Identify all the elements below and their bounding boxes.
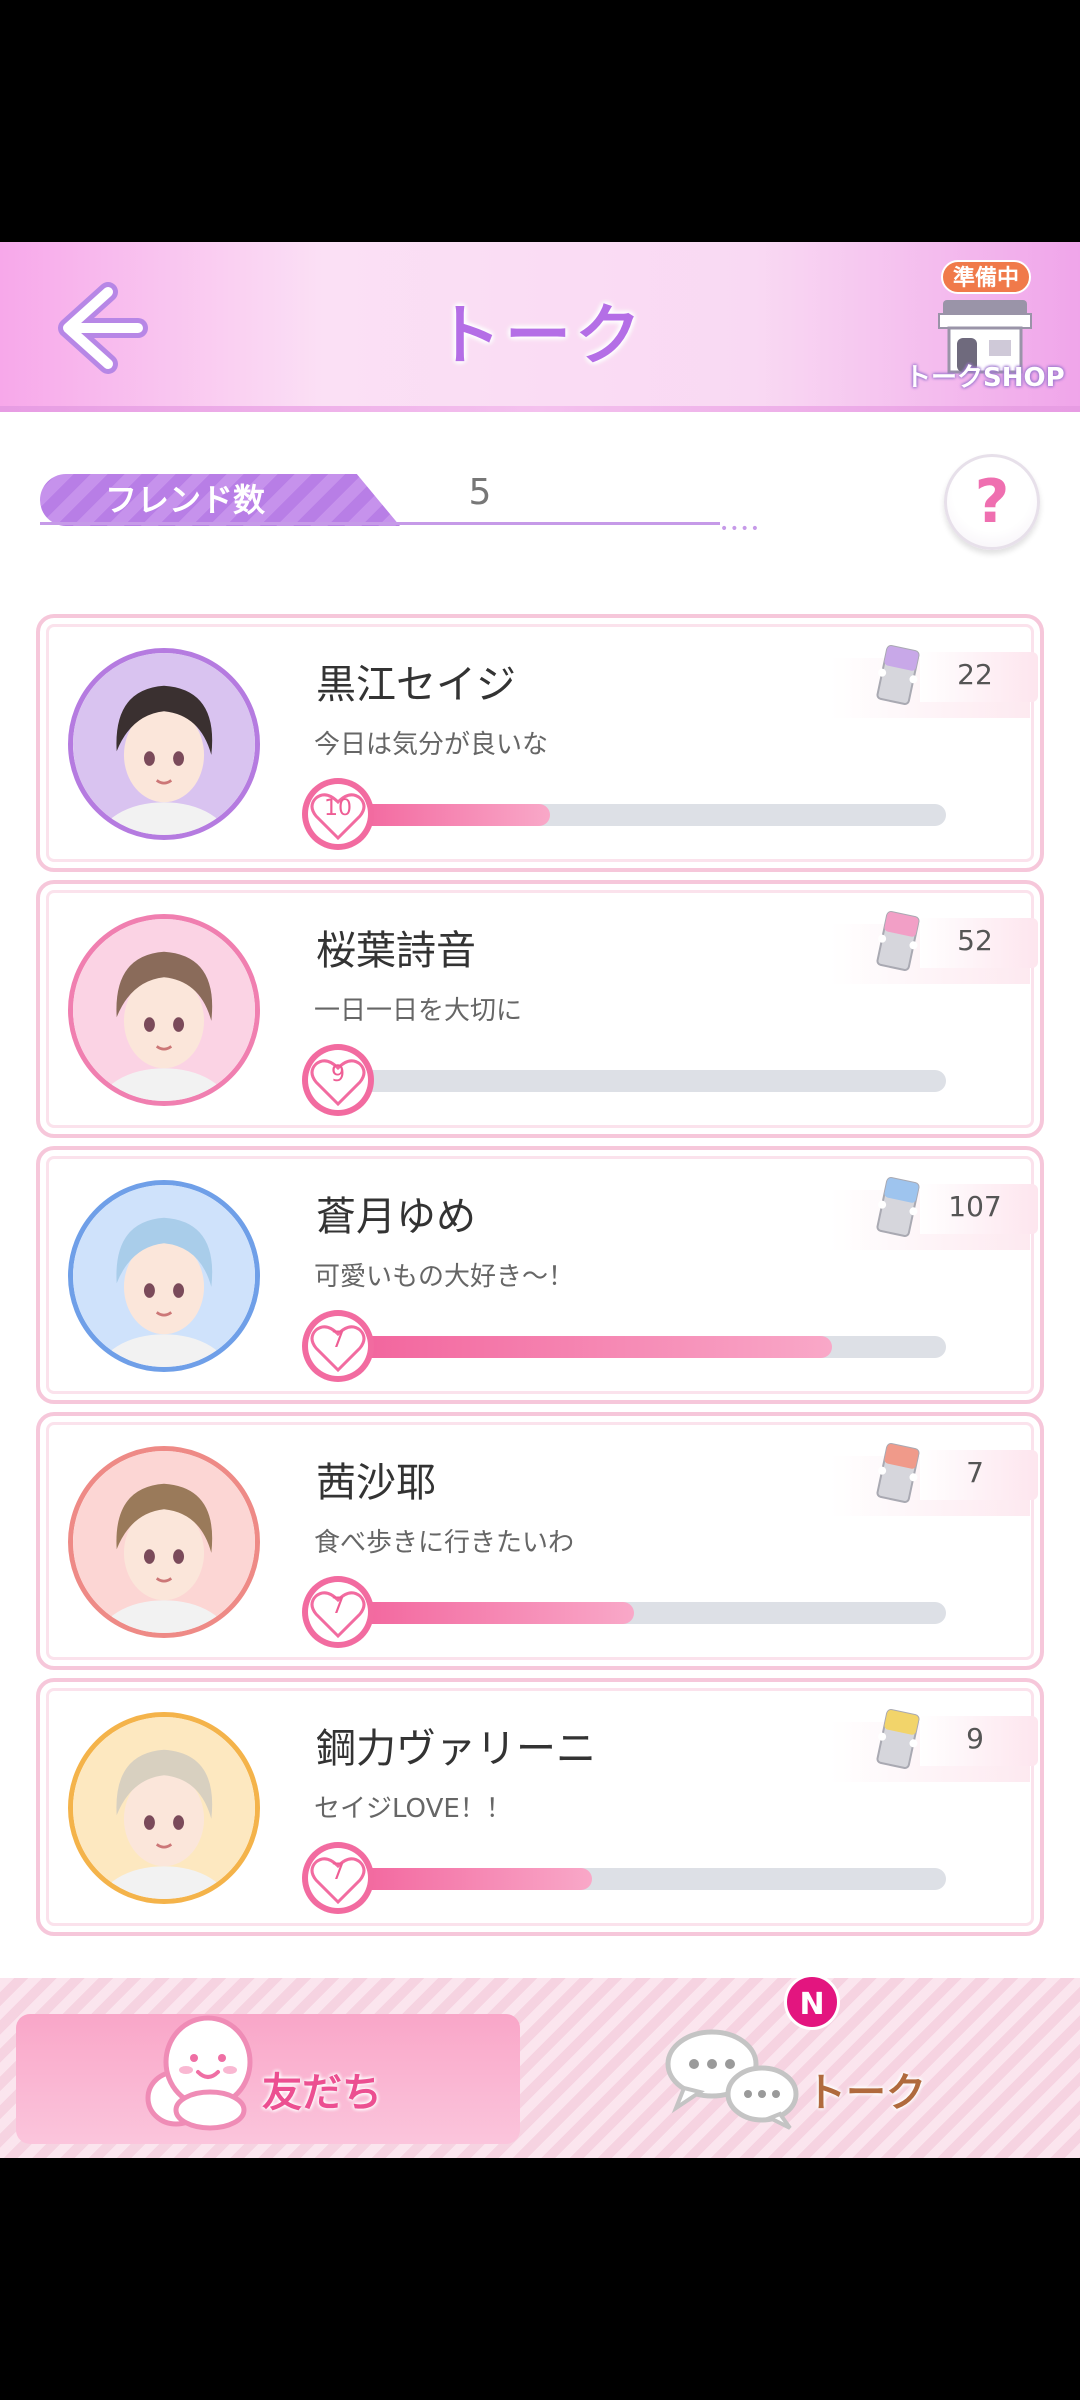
affection-progress-bar (346, 1602, 946, 1624)
new-badge: N (784, 1974, 840, 2030)
avatar (68, 1446, 260, 1638)
affection-progress-fill (346, 1868, 592, 1890)
avatar-portrait-icon (73, 1185, 255, 1367)
avatar-portrait-icon (73, 919, 255, 1101)
friend-card[interactable]: 黒江セイジ 今日は気分が良いな 22 10 (36, 614, 1044, 872)
friend-count-dots: •••• (720, 521, 762, 537)
ticket-count: 22 (957, 658, 993, 691)
friend-name: 鋼力ヴァリーニ (316, 1726, 596, 1772)
help-button[interactable]: ? (944, 454, 1040, 550)
affection-progress-bar (346, 804, 946, 826)
friend-icon (145, 2015, 253, 2131)
affection-level: 7 (331, 1860, 345, 1885)
affection-level: 7 (331, 1594, 345, 1619)
tab-talk-label: トーク (806, 2070, 926, 2116)
friend-status-message: 可愛いもの大好き～！ (314, 1262, 575, 1292)
affection-level: 10 (324, 796, 352, 821)
header: トーク 準備中 トークSHOP (0, 242, 1080, 412)
avatar (68, 1712, 260, 1904)
avatar-portrait-icon (73, 1451, 255, 1633)
friend-card[interactable]: 茜沙耶 食べ歩きに行きたいわ 7 7 (36, 1412, 1044, 1670)
friend-count-label: フレンド数 (104, 481, 265, 519)
friend-status-message: 今日は気分が良いな (314, 730, 549, 760)
ticket-icon (876, 1709, 920, 1769)
affection-progress-fill (346, 1336, 832, 1358)
friend-name: 蒼月ゆめ (316, 1194, 476, 1240)
friend-card[interactable]: 桜葉詩音 一日一日を大切に 52 9 (36, 880, 1044, 1138)
friend-name: 桜葉詩音 (316, 928, 476, 974)
talk-shop-button[interactable]: 準備中 トークSHOP (905, 260, 1065, 400)
friend-card[interactable]: 蒼月ゆめ 可愛いもの大好き～！ 107 7 (36, 1146, 1044, 1404)
friend-count-value: 5 (468, 472, 492, 513)
ticket-icon (876, 911, 920, 971)
tab-friends-label: 友だち (262, 2070, 382, 2116)
friend-status-message: 食べ歩きに行きたいわ (314, 1528, 575, 1558)
ticket-icon (876, 1443, 920, 1503)
ticket-count: 7 (966, 1456, 984, 1489)
friend-card[interactable]: 鋼力ヴァリーニ セイジLOVE！！ 9 7 (36, 1678, 1044, 1936)
friend-name: 茜沙耶 (316, 1460, 436, 1506)
affection-progress-bar (346, 1070, 946, 1092)
affection-progress-bar (346, 1336, 946, 1358)
friend-count-underline (40, 522, 720, 525)
ticket-count: 107 (948, 1190, 1002, 1223)
avatar (68, 648, 260, 840)
avatar (68, 1180, 260, 1372)
avatar (68, 914, 260, 1106)
avatar-portrait-icon (73, 1717, 255, 1899)
affection-level: 7 (331, 1328, 345, 1353)
ticket-icon (876, 1177, 920, 1237)
affection-progress-bar (346, 1868, 946, 1890)
affection-progress-fill (346, 1602, 634, 1624)
ticket-count: 9 (966, 1722, 984, 1755)
friend-name: 黒江セイジ (316, 662, 516, 708)
ticket-icon (876, 645, 920, 705)
preparing-badge: 準備中 (941, 260, 1031, 294)
friend-status-message: セイジLOVE！！ (314, 1794, 512, 1824)
talk-screen: トーク 準備中 トークSHOP フレンド数 •••• 5 ? 黒江セイジ 今日は… (0, 242, 1080, 2158)
affection-level: 9 (331, 1062, 345, 1087)
shop-label: トークSHOP (905, 363, 1065, 393)
avatar-portrait-icon (73, 653, 255, 835)
friend-status-message: 一日一日を大切に (314, 996, 523, 1026)
ticket-count: 52 (957, 924, 993, 957)
chat-bubbles-icon (665, 2029, 799, 2130)
